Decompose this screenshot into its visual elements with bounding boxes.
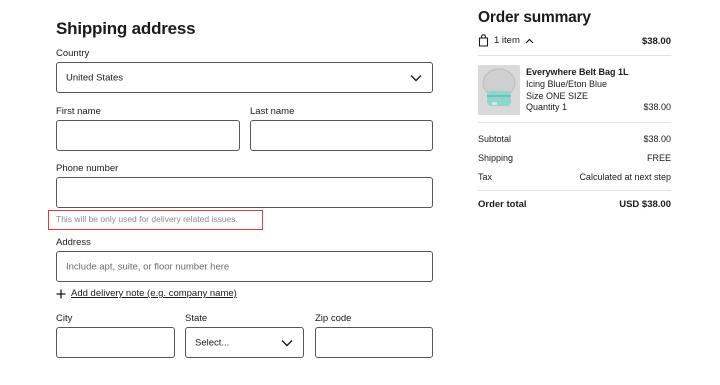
tax-row: Tax Calculated at next step [478, 172, 671, 182]
chevron-down-icon [281, 339, 293, 346]
order-total-value: USD $38.00 [619, 199, 671, 210]
add-delivery-note-label: Add delivery note (e.g. company name) [71, 288, 237, 299]
shipping-title: Shipping address [56, 19, 196, 38]
tax-value: Calculated at next step [579, 172, 671, 182]
product-thumbnail [478, 65, 520, 115]
item-count-toggle[interactable]: 1 item [478, 34, 534, 47]
product-price: $38.00 [643, 102, 671, 112]
shipping-cost-value: FREE [646, 153, 671, 163]
product-quantity: Quantity 1 [526, 102, 568, 112]
state-value: Select... [195, 337, 230, 348]
last-name-field[interactable] [250, 120, 433, 151]
state-select[interactable]: Select... [185, 327, 304, 358]
divider [478, 55, 671, 56]
phone-field[interactable] [56, 177, 433, 208]
order-summary-title: Order summary [478, 9, 591, 26]
product-name: Everywhere Belt Bag 1L [526, 67, 629, 77]
tax-label: Tax [478, 172, 493, 182]
country-value: United States [66, 72, 124, 83]
divider [478, 190, 671, 191]
zip-label: Zip code [315, 313, 352, 324]
chevron-down-icon [410, 74, 422, 81]
divider [478, 122, 671, 123]
phone-hint: This will be only used for delivery rela… [56, 214, 238, 224]
shipping-row: Shipping FREE [478, 153, 671, 163]
address-placeholder: Include apt, suite, or floor number here [66, 261, 230, 272]
address-label: Address [56, 237, 91, 248]
country-label: Country [56, 48, 90, 59]
state-label: State [185, 313, 208, 324]
shopping-bag-icon [478, 34, 489, 47]
chevron-up-icon [525, 38, 534, 43]
add-delivery-note-button[interactable]: Add delivery note (e.g. company name) [56, 288, 237, 299]
header-total: $38.00 [641, 36, 671, 47]
product-color: Icing Blue/Eton Blue [526, 79, 608, 89]
subtotal-value: $38.00 [643, 134, 671, 144]
phone-label: Phone number [56, 163, 119, 174]
zip-field[interactable] [315, 327, 433, 358]
address-field[interactable]: Include apt, suite, or floor number here [56, 251, 433, 282]
last-name-label: Last name [250, 106, 295, 117]
order-total-row: Order total USD $38.00 [478, 199, 671, 210]
city-field[interactable] [56, 327, 175, 358]
belt-bag-image [478, 65, 520, 115]
subtotal-label: Subtotal [478, 134, 512, 144]
item-count: 1 item [494, 35, 520, 46]
first-name-field[interactable] [56, 120, 240, 151]
subtotal-row: Subtotal $38.00 [478, 134, 671, 144]
order-total-label: Order total [478, 199, 527, 210]
plus-icon [56, 289, 66, 298]
product-size: Size ONE SIZE [526, 91, 589, 101]
city-label: City [56, 313, 73, 324]
shipping-cost-label: Shipping [478, 153, 514, 163]
first-name-label: First name [56, 106, 101, 117]
country-select[interactable]: United States [56, 62, 433, 93]
